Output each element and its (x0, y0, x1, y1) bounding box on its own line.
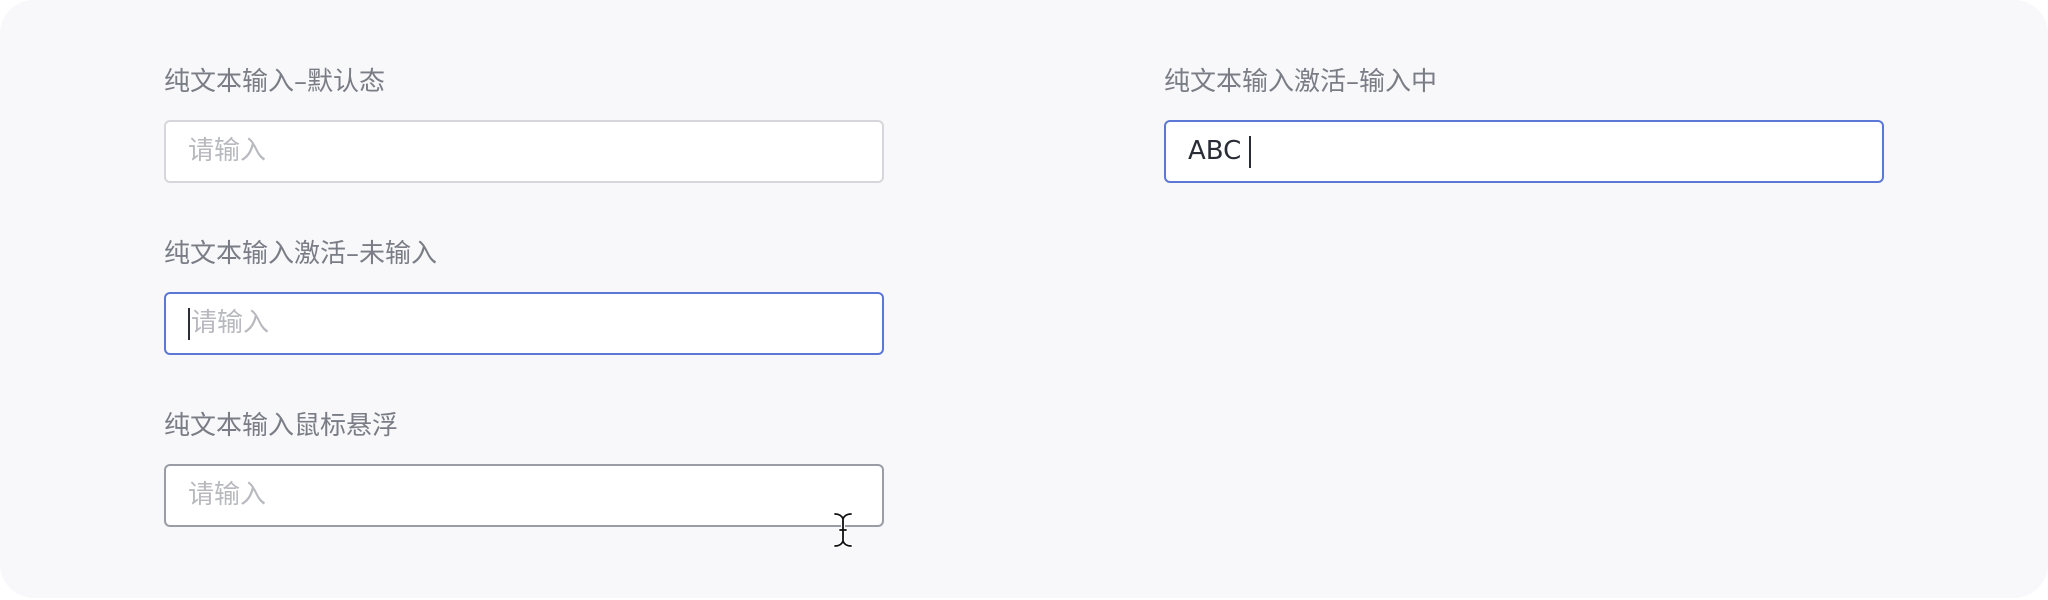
text-input-active-typing[interactable]: ABC (1164, 120, 1884, 183)
text-input-default[interactable]: 请输入 (164, 120, 884, 183)
field-label-default: 纯文本输入–默认态 (164, 67, 386, 97)
text-caret (1249, 135, 1252, 168)
text-caret (188, 307, 190, 340)
form-panel: 纯文本输入–默认态 请输入 纯文本输入激活–未输入 请输入 纯文本输入鼠标悬浮 … (0, 0, 2048, 598)
input-placeholder: 请输入 (188, 480, 267, 510)
text-cursor-icon (833, 512, 853, 548)
text-input-active-empty[interactable]: 请输入 (164, 292, 884, 355)
input-value: ABC (1188, 136, 1242, 166)
field-label-active-empty: 纯文本输入激活–未输入 (164, 239, 438, 269)
text-input-hover[interactable]: 请输入 (164, 464, 884, 527)
input-placeholder: 请输入 (188, 136, 267, 166)
field-label-active-typing: 纯文本输入激活–输入中 (1164, 67, 1438, 97)
field-label-hover: 纯文本输入鼠标悬浮 (164, 411, 399, 441)
input-placeholder: 请输入 (191, 308, 270, 338)
